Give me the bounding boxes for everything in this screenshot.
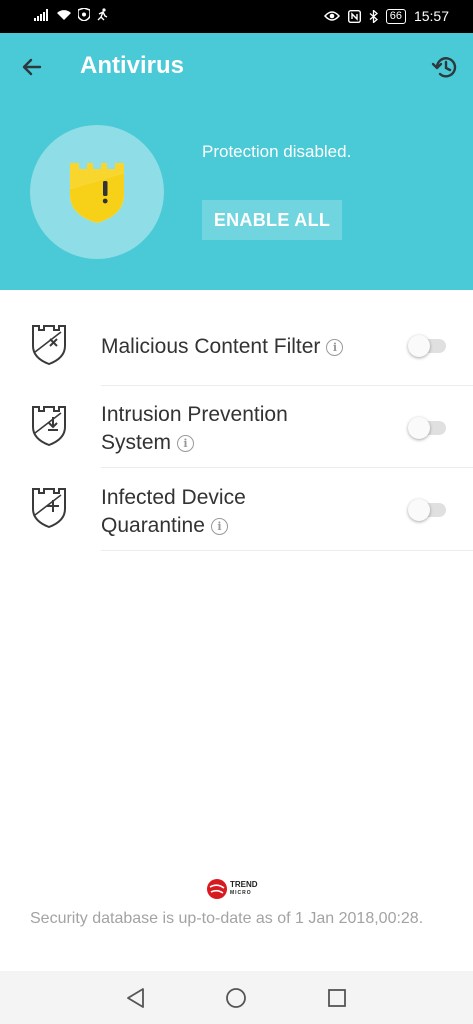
feature-row-infected-device-quarantine: Infected Device Quarantine i [0, 469, 473, 552]
running-icon [97, 8, 108, 21]
protection-status-text: Protection disabled. [202, 142, 352, 161]
status-bar-left [34, 8, 108, 21]
home-icon[interactable] [224, 986, 248, 1010]
battery-icon: 66 [385, 8, 406, 24]
infected-device-quarantine-toggle[interactable] [408, 499, 446, 521]
feature-label: Infected Device Quarantine i [101, 484, 381, 540]
shield-warning-icon [70, 163, 124, 223]
status-time: 15:57 [413, 8, 449, 24]
feature-label: Intrusion Prevention System i [101, 401, 381, 457]
feature-label-line1: Infected Device [101, 486, 246, 509]
back-arrow-icon[interactable] [18, 53, 46, 81]
brand-line2: MICRO [230, 890, 252, 896]
shield-download-icon [32, 406, 66, 447]
info-icon[interactable]: i [210, 518, 228, 535]
feature-label-line2: Quarantine [101, 514, 205, 537]
info-icon[interactable]: i [177, 435, 195, 452]
feature-row-intrusion-prevention: Intrusion Prevention System i [0, 387, 473, 469]
intrusion-prevention-toggle[interactable] [408, 417, 446, 439]
nfc-icon [347, 9, 361, 23]
info-icon[interactable]: i [326, 339, 344, 356]
toggle-knob [408, 335, 430, 357]
feature-label-text: Malicious Content Filter [101, 335, 321, 358]
shield-status-icon [78, 8, 90, 21]
protection-status-badge [30, 125, 164, 259]
eye-icon [323, 11, 340, 21]
toggle-knob [408, 499, 430, 521]
signal-icon [34, 8, 48, 21]
database-status-text: Security database is up-to-date as of 1 … [30, 910, 424, 927]
status-bar-right: 66 15:57 [323, 8, 449, 24]
feature-label-line1: Intrusion Prevention [101, 403, 288, 426]
antivirus-header: Antivirus Protection disabled. ENABLE AL… [0, 33, 473, 290]
divider [101, 385, 473, 386]
wifi-icon [57, 9, 71, 20]
feature-row-malicious-content-filter: Malicious Content Filter i [0, 290, 473, 387]
divider [101, 550, 473, 551]
divider [101, 467, 473, 468]
shield-plus-icon [32, 488, 66, 529]
status-bar: 66 15:57 [0, 0, 473, 33]
bluetooth-icon [369, 9, 378, 23]
trend-micro-logo: TREND MICRO [207, 879, 258, 899]
page-title: Antivirus [80, 52, 185, 79]
back-icon[interactable] [124, 986, 148, 1010]
malicious-content-filter-toggle[interactable] [408, 335, 446, 357]
feature-label-line2: System [101, 431, 172, 454]
trend-micro-ball-icon [207, 879, 227, 899]
feature-label: Malicious Content Filter i [101, 333, 381, 361]
feature-list: Malicious Content Filter i Intrusion Prev… [0, 290, 473, 552]
shield-x-icon [32, 325, 66, 366]
brand-line1: TREND [230, 880, 258, 889]
recents-icon[interactable] [325, 986, 349, 1010]
navigation-bar [0, 971, 473, 1024]
enable-all-button[interactable]: ENABLE ALL [202, 200, 342, 240]
toggle-knob [408, 417, 430, 439]
history-icon[interactable] [431, 53, 459, 81]
